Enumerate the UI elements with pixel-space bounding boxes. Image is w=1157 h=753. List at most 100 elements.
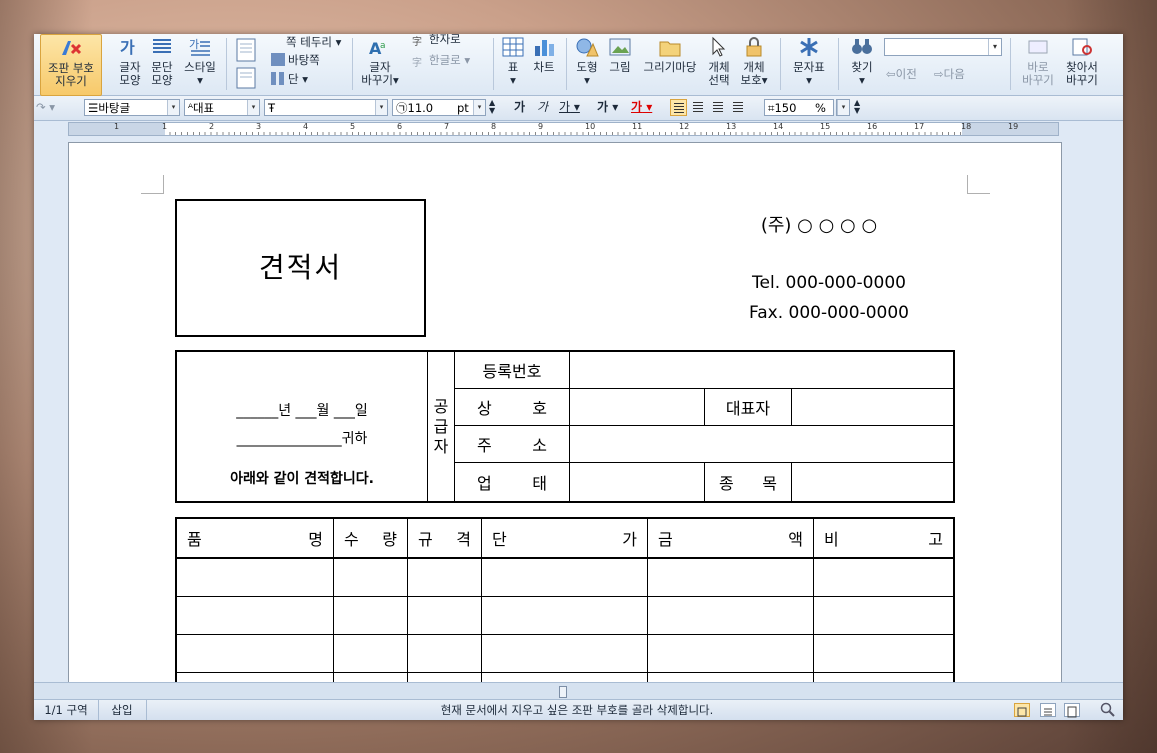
table-button[interactable]: 표 ▾ — [498, 34, 528, 94]
font-color-button[interactable]: 가 ▾ — [631, 99, 652, 116]
find-replace-button[interactable]: 찾아서 바꾸기 — [1060, 34, 1104, 94]
ruler-tick-label: 4 — [303, 122, 309, 131]
zoom-magnifier-icon[interactable] — [1100, 702, 1116, 720]
ruler-tick-label: 17 — [914, 122, 925, 131]
font-size-input[interactable]: ㉠11.0 pt ▾ — [392, 99, 486, 116]
style-button[interactable]: 가 스타일 ▾ — [180, 34, 220, 94]
asterisk-icon — [800, 38, 818, 56]
find-input[interactable]: ▾ — [884, 38, 1002, 56]
arrow-left-icon: ⇦ — [886, 67, 896, 81]
zoom-input[interactable]: ⌗150 % — [764, 99, 834, 116]
next-button[interactable]: ⇨다음 — [934, 66, 965, 83]
zoom-dropdown[interactable]: ▾ — [836, 99, 850, 116]
section-indicator[interactable]: 1/1 구역 — [34, 700, 99, 720]
clear-format-button[interactable]: 조판 부호 지우기 — [40, 34, 102, 96]
header-item-name: 품명 — [175, 517, 334, 559]
underline-button[interactable]: 가 ▾ — [559, 99, 580, 116]
business-type-value[interactable] — [569, 461, 705, 503]
background-page-button[interactable]: 바탕쪽 — [271, 52, 320, 69]
ruler-tick-label: 5 — [350, 122, 356, 131]
ruler-tick-label: 15 — [820, 122, 831, 131]
web-view-button[interactable] — [1040, 703, 1056, 717]
align-center-button[interactable] — [710, 99, 727, 116]
trade-name-value[interactable] — [569, 387, 705, 426]
chevron-down-icon: ▾ — [375, 100, 387, 115]
table-row[interactable] — [175, 634, 955, 673]
status-message: 현재 문서에서 지우고 싶은 조판 부호를 골라 삭제합니다. — [440, 703, 714, 717]
prev-button[interactable]: ⇦이전 — [886, 66, 917, 83]
align-left-button[interactable] — [690, 99, 707, 116]
align-right-button[interactable] — [730, 99, 747, 116]
bold-button[interactable]: 가 — [514, 99, 525, 116]
table-row[interactable] — [175, 557, 955, 597]
statement-text: 아래와 같이 견적합니다. — [230, 471, 374, 487]
normal-view-button[interactable] — [1014, 703, 1030, 717]
align-left-icon — [693, 102, 703, 112]
page[interactable]: 견적서 (주) ○ ○ ○ ○ Tel. 000-000-0000 Fax. 0… — [68, 142, 1062, 682]
size-spinner[interactable]: ▲ ▼ — [489, 99, 495, 116]
chevron-down-icon: ▾ — [837, 100, 849, 115]
char-replace-icon: Aa — [369, 39, 386, 58]
redo-button[interactable]: ↷ ▾ — [36, 99, 55, 116]
representative-value[interactable] — [791, 387, 955, 426]
horizontal-scrollbar[interactable] — [34, 682, 1123, 699]
shape-button[interactable]: 도형 ▾ — [572, 34, 602, 94]
arrow-right-icon: ⇨ — [934, 67, 944, 81]
hangul-button[interactable]: 字 한글로 ▾ — [412, 52, 470, 69]
align-justify-button[interactable] — [670, 99, 687, 116]
svg-text:a: a — [380, 41, 386, 51]
auto-correct-button[interactable]: 바로 바꾸기 — [1018, 34, 1058, 94]
char-shape-button[interactable]: 가 글자 모양 — [114, 34, 146, 94]
zoom-spinner[interactable]: ▲ ▼ — [854, 99, 860, 116]
business-type-label: 업태 — [454, 461, 570, 503]
para-shape-button[interactable]: 문단 모양 — [146, 34, 178, 94]
object-select-button[interactable]: 개체 선택 — [704, 34, 734, 94]
outline-view-button[interactable] — [1064, 703, 1080, 718]
italic-button[interactable]: 가 — [537, 99, 548, 116]
page-view-icon — [1017, 707, 1027, 717]
hanja-button[interactable]: 字 한자로 — [412, 34, 461, 48]
strike-button[interactable]: 가 ▾ — [597, 99, 618, 116]
business-item-label: 종목 — [704, 461, 792, 503]
ruler-tick-label: 1 — [162, 122, 168, 131]
page-border-button[interactable]: 쪽 테두리 ▾ — [286, 34, 341, 51]
char-replace-button[interactable]: Aa 글자 바꾸기▾ — [358, 34, 402, 94]
insert-mode-indicator[interactable]: 삽입 — [98, 700, 147, 720]
language-select[interactable]: ᴬ대표 ▾ — [184, 99, 260, 116]
ruler-tick-label: 18 — [961, 122, 972, 131]
align-right-icon — [733, 102, 743, 112]
object-protect-button[interactable]: 개체 보호▾ — [736, 34, 772, 94]
picture-icon — [609, 38, 631, 56]
reg-number-value[interactable] — [569, 350, 955, 389]
align-justify-icon — [674, 103, 684, 113]
font-select[interactable]: Ŧ ▾ — [264, 99, 388, 116]
column-icon — [271, 72, 285, 85]
style-icon: 가 — [189, 38, 210, 56]
hangul-icon: 字 — [412, 58, 422, 69]
column-button[interactable]: 단 ▾ — [271, 71, 308, 88]
ruler-tick-label: 8 — [491, 122, 497, 131]
clear-format-icon — [62, 41, 82, 55]
lock-icon — [746, 37, 762, 57]
chart-button[interactable]: 차트 — [528, 34, 560, 94]
drawing-button[interactable]: 그리기마당 — [638, 34, 702, 94]
picture-button[interactable]: 그림 — [604, 34, 636, 94]
find-button[interactable]: 찾기 ▾ — [844, 34, 880, 94]
representative-label: 대표자 — [704, 387, 792, 426]
header-quantity: 수량 — [333, 517, 408, 559]
ruler-tick-label: 1 — [114, 122, 120, 131]
font-size-icon: ㉠ — [396, 101, 408, 115]
address-value[interactable] — [569, 424, 955, 463]
chevron-down-icon[interactable]: ▾ — [988, 39, 1001, 55]
document-area[interactable]: 견적서 (주) ○ ○ ○ ○ Tel. 000-000-0000 Fax. 0… — [34, 138, 1123, 682]
business-item-value[interactable] — [791, 461, 955, 503]
table-row[interactable] — [175, 672, 955, 682]
table-row[interactable] — [175, 596, 955, 635]
char-shape-icon: 가 — [120, 38, 135, 57]
header-spec: 규격 — [407, 517, 482, 559]
recipient-cell: ______년 ___월 ___일 _______________귀하 아래와 … — [175, 350, 428, 503]
symbol-button[interactable]: 문자표 ▾ — [786, 34, 832, 94]
hanja-icon: 字 — [412, 37, 422, 48]
scroll-thumb[interactable] — [559, 686, 567, 698]
style-select[interactable]: ☰바탕글 ▾ — [84, 99, 180, 116]
